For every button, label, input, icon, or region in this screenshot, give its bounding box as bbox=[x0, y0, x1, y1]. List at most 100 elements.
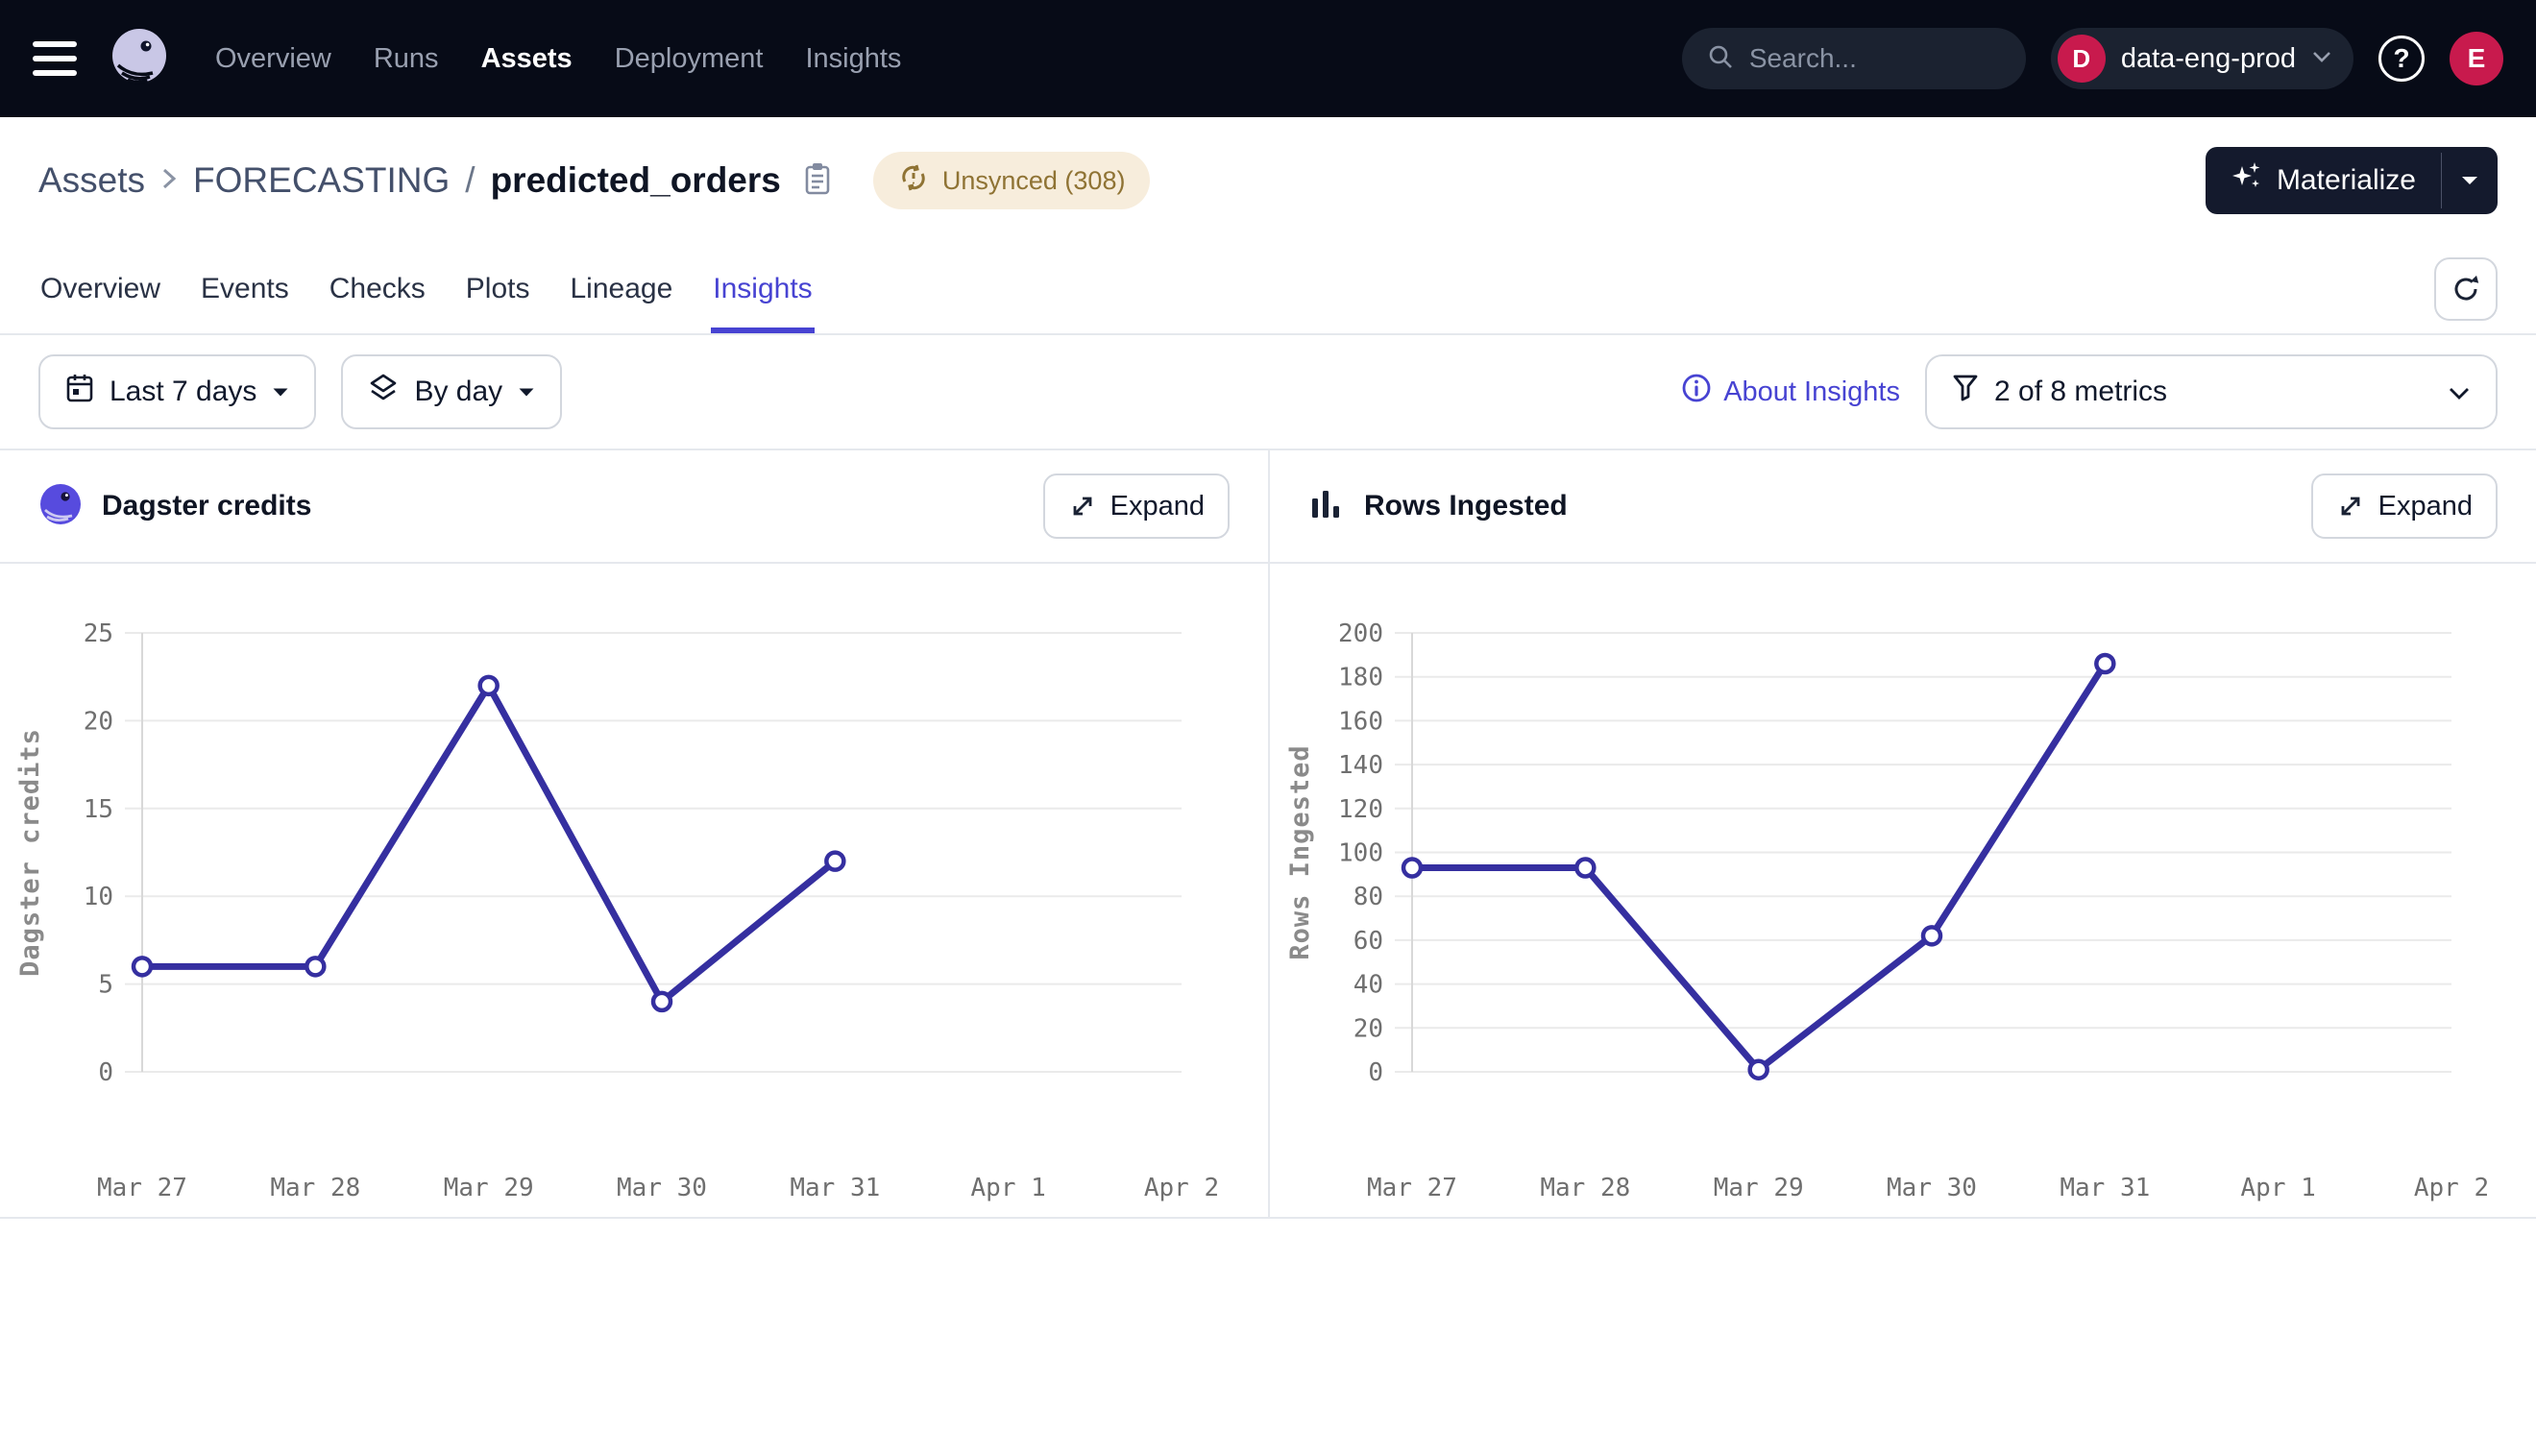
y-tick-label: 80 bbox=[1353, 883, 1383, 911]
calendar-icon bbox=[65, 373, 94, 411]
data-point-marker bbox=[306, 958, 324, 975]
line-chart-dagster-credits: 0510152025Mar 27Mar 28Mar 29Mar 30Mar 31… bbox=[0, 564, 1268, 1217]
y-tick-label: 20 bbox=[1353, 1014, 1383, 1043]
deployment-switcher[interactable]: D data-eng-prod bbox=[2051, 28, 2353, 89]
y-tick-label: 15 bbox=[84, 795, 113, 824]
filter-funnel-icon bbox=[1952, 374, 1979, 410]
bar-chart-icon bbox=[1308, 485, 1345, 528]
line-chart-rows-ingested: 020406080100120140160180200Mar 27Mar 28M… bbox=[1270, 564, 2536, 1217]
materialize-button[interactable]: Materialize bbox=[2206, 147, 2441, 214]
search-box[interactable]: / bbox=[1682, 28, 2026, 89]
tab-overview[interactable]: Overview bbox=[38, 244, 162, 333]
primary-nav: Overview Runs Assets Deployment Insights bbox=[215, 43, 901, 75]
asset-header: Assets FORECASTING / predicted_orders bbox=[0, 117, 2536, 244]
expand-icon bbox=[2336, 492, 2365, 521]
about-insights-label: About Insights bbox=[1723, 376, 1900, 408]
y-tick-label: 100 bbox=[1338, 839, 1383, 868]
y-tick-label: 140 bbox=[1338, 751, 1383, 780]
nav-link-runs[interactable]: Runs bbox=[374, 43, 439, 75]
deployment-badge: D bbox=[2058, 35, 2106, 83]
y-tick-label: 160 bbox=[1338, 707, 1383, 736]
x-tick-label: Mar 31 bbox=[2060, 1174, 2150, 1202]
tab-events[interactable]: Events bbox=[199, 244, 291, 333]
time-range-label: Last 7 days bbox=[110, 376, 256, 408]
x-tick-label: Mar 29 bbox=[444, 1174, 534, 1202]
status-badge-label: Unsynced (308) bbox=[942, 166, 1126, 196]
tab-plots[interactable]: Plots bbox=[464, 244, 532, 333]
breadcrumb-group-link[interactable]: FORECASTING bbox=[193, 160, 450, 201]
y-tick-label: 0 bbox=[1368, 1058, 1383, 1087]
breadcrumb-assets-link[interactable]: Assets bbox=[38, 160, 145, 201]
top-nav: Overview Runs Assets Deployment Insights… bbox=[0, 0, 2536, 117]
y-tick-label: 5 bbox=[98, 971, 113, 1000]
search-icon bbox=[1707, 43, 1734, 75]
refresh-button[interactable] bbox=[2434, 257, 2498, 321]
tab-insights[interactable]: Insights bbox=[711, 244, 814, 333]
breadcrumb-chevron-icon bbox=[160, 165, 178, 197]
x-tick-label: Mar 29 bbox=[1714, 1174, 1804, 1202]
status-badge[interactable]: Unsynced (308) bbox=[873, 152, 1151, 209]
data-point-marker bbox=[826, 853, 843, 870]
nav-link-overview[interactable]: Overview bbox=[215, 43, 331, 75]
y-tick-label: 20 bbox=[84, 707, 113, 736]
time-range-dropdown[interactable]: Last 7 days bbox=[38, 354, 316, 429]
materialize-label: Materialize bbox=[2277, 164, 2416, 197]
chart-title: Dagster credits bbox=[102, 490, 311, 522]
x-tick-label: Mar 27 bbox=[97, 1174, 187, 1202]
y-tick-label: 180 bbox=[1338, 664, 1383, 692]
expand-label: Expand bbox=[1110, 491, 1205, 522]
caret-down-icon bbox=[2460, 175, 2479, 186]
sync-alert-icon bbox=[898, 162, 929, 200]
y-tick-label: 60 bbox=[1353, 927, 1383, 956]
insights-filter-bar: Last 7 days By day About Insights bbox=[0, 335, 2536, 450]
chevron-down-icon bbox=[2311, 50, 2332, 68]
menu-icon[interactable] bbox=[33, 41, 77, 76]
nav-link-assets[interactable]: Assets bbox=[481, 43, 573, 75]
x-tick-label: Apr 1 bbox=[971, 1174, 1046, 1202]
x-tick-label: Mar 28 bbox=[270, 1174, 360, 1202]
group-by-dropdown[interactable]: By day bbox=[341, 354, 562, 429]
nav-link-insights[interactable]: Insights bbox=[805, 43, 901, 75]
refresh-icon bbox=[2451, 274, 2481, 304]
about-insights-link[interactable]: About Insights bbox=[1681, 373, 1900, 411]
y-tick-label: 0 bbox=[98, 1058, 113, 1087]
data-point-marker bbox=[1750, 1061, 1768, 1079]
data-point-marker bbox=[134, 958, 151, 975]
tab-checks[interactable]: Checks bbox=[328, 244, 427, 333]
y-tick-label: 200 bbox=[1338, 619, 1383, 648]
help-icon[interactable]: ? bbox=[2378, 36, 2425, 82]
metrics-dropdown[interactable]: 2 of 8 metrics bbox=[1925, 354, 2498, 429]
x-tick-label: Apr 1 bbox=[2241, 1174, 2316, 1202]
expand-label: Expand bbox=[2378, 491, 2473, 522]
data-point-marker bbox=[1923, 927, 1940, 944]
expand-button[interactable]: Expand bbox=[1043, 473, 1230, 539]
insights-charts: Dagster credits Expand 0510152025Mar 27M… bbox=[0, 450, 2536, 1219]
data-point-marker bbox=[480, 677, 498, 694]
chart-card-rows-ingested: Rows Ingested Expand 0204060801001201401… bbox=[1268, 450, 2536, 1217]
data-point-marker bbox=[2096, 655, 2113, 672]
nav-link-deployment[interactable]: Deployment bbox=[615, 43, 764, 75]
copy-icon[interactable] bbox=[802, 160, 833, 202]
dagster-logo-icon[interactable] bbox=[110, 27, 169, 91]
chart-title: Rows Ingested bbox=[1364, 490, 1568, 522]
data-point-marker bbox=[1576, 859, 1594, 876]
data-line bbox=[1412, 664, 2105, 1070]
search-input[interactable] bbox=[1749, 43, 2096, 74]
page-title: predicted_orders bbox=[491, 160, 781, 201]
data-point-marker bbox=[1403, 859, 1421, 876]
materialize-split-button: Materialize bbox=[2206, 147, 2498, 214]
expand-button[interactable]: Expand bbox=[2311, 473, 2498, 539]
y-tick-label: 25 bbox=[84, 619, 113, 648]
group-by-label: By day bbox=[414, 376, 502, 408]
asset-tabs: Overview Events Checks Plots Lineage Ins… bbox=[0, 244, 2536, 335]
deployment-name: data-eng-prod bbox=[2121, 43, 2296, 75]
materialize-dropdown-button[interactable] bbox=[2442, 147, 2498, 214]
caret-down-icon bbox=[518, 387, 535, 398]
user-avatar[interactable]: E bbox=[2450, 32, 2503, 85]
data-point-marker bbox=[653, 993, 671, 1010]
x-tick-label: Apr 2 bbox=[2414, 1174, 2489, 1202]
data-line bbox=[142, 686, 835, 1002]
tab-lineage[interactable]: Lineage bbox=[569, 244, 675, 333]
y-axis-title: Rows Ingested bbox=[1285, 744, 1315, 959]
info-icon bbox=[1681, 373, 1712, 411]
